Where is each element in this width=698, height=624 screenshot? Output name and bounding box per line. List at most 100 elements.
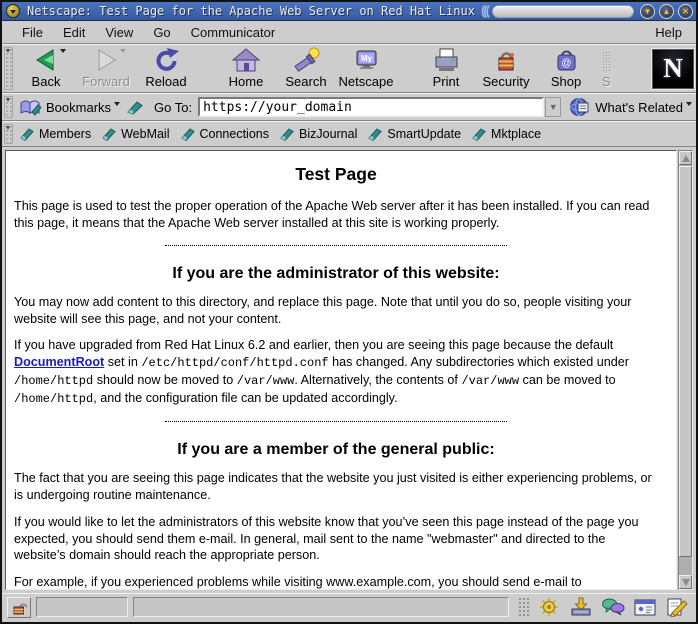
reload-button[interactable]: Reload (136, 47, 196, 91)
page-title: Test Page (14, 163, 658, 186)
section-divider (165, 245, 506, 246)
public-paragraph-2: If you would like to let the administrat… (14, 514, 658, 564)
page-proxy-icon[interactable] (126, 100, 144, 115)
personal-item-bizjournal[interactable]: BizJournal (276, 127, 364, 141)
minimize-button[interactable]: ▼ (640, 4, 655, 19)
titlebar[interactable]: Netscape: Test Page for the Apache Web S… (2, 2, 696, 21)
bookmarks-icon (18, 98, 42, 116)
stop-button[interactable]: S (596, 47, 622, 91)
menu-edit[interactable]: Edit (53, 23, 95, 42)
personal-item-webmail[interactable]: WebMail (98, 127, 176, 141)
back-button[interactable]: Back (16, 47, 76, 91)
toolbar-collapse-grip[interactable] (4, 47, 13, 90)
composer-icon (665, 597, 689, 617)
tool-label: Home (229, 74, 264, 89)
url-dropdown-button[interactable]: ▼ (545, 97, 561, 117)
menu-help[interactable]: Help (651, 23, 686, 42)
tool-label: Netscape (339, 74, 394, 89)
scrollbar-thumb[interactable] (679, 166, 692, 557)
shop-icon: @ (551, 47, 581, 74)
navigator-component-button[interactable] (535, 596, 562, 618)
personal-item-label: WebMail (121, 127, 169, 141)
status-bar (2, 593, 696, 622)
personal-toolbar: Members WebMail Connections BizJournal S… (2, 121, 696, 147)
security-button[interactable]: Security (476, 47, 536, 91)
tool-label: Shop (551, 74, 581, 89)
scroll-down-icon (682, 579, 690, 586)
text-segment: If you have upgraded from Red Hat Linux … (14, 338, 613, 352)
security-status-button[interactable] (7, 597, 31, 618)
personal-item-label: SmartUpdate (387, 127, 461, 141)
netscape-throbber[interactable]: N (652, 49, 694, 89)
public-paragraph-3: For example, if you experienced problems… (14, 574, 658, 590)
component-bar-grip[interactable] (518, 597, 530, 617)
whats-related-button[interactable]: What's Related (569, 97, 692, 117)
home-icon (231, 47, 261, 74)
bookmark-ribbon-icon (471, 127, 487, 141)
netscape-window: Netscape: Test Page for the Apache Web S… (0, 0, 698, 624)
navigation-toolbar: Back Forward Reload Home Search (2, 44, 696, 93)
back-dropdown-icon (60, 49, 66, 53)
personal-item-members[interactable]: Members (16, 127, 98, 141)
svg-text:@: @ (561, 58, 571, 69)
section-divider (165, 421, 506, 422)
menu-file[interactable]: File (12, 23, 53, 42)
addressbook-component-button[interactable] (631, 596, 658, 618)
netscape-n-logo: N (663, 53, 683, 84)
tool-label: Print (433, 74, 460, 89)
menubar: File Edit View Go Communicator Help (2, 21, 696, 44)
code-segment: /home/httpd (14, 392, 93, 406)
personal-item-mktplace[interactable]: Mktplace (468, 127, 548, 141)
print-button[interactable]: Print (416, 47, 476, 91)
window-menu-icon (10, 10, 16, 14)
stop-icon (602, 47, 610, 74)
menu-go[interactable]: Go (143, 23, 180, 42)
back-icon (31, 47, 61, 74)
close-icon: ✕ (682, 7, 689, 16)
navigator-wheel-icon (537, 597, 561, 617)
netscape-button[interactable]: My Netscape (336, 47, 396, 91)
personal-item-label: Connections (200, 127, 270, 141)
scroll-up-button[interactable] (679, 151, 692, 165)
personal-item-label: BizJournal (299, 127, 357, 141)
composer-component-button[interactable] (663, 596, 690, 618)
window-title: Netscape: Test Page for the Apache Web S… (27, 4, 475, 18)
address-book-icon (633, 597, 657, 617)
personal-toolbar-collapse-grip[interactable] (4, 124, 13, 144)
maximize-button[interactable]: ▲ (659, 4, 674, 19)
locationbar-collapse-grip[interactable] (4, 96, 13, 118)
personal-item-connections[interactable]: Connections (177, 127, 277, 141)
reload-icon (151, 47, 181, 74)
home-button[interactable]: Home (216, 47, 276, 91)
bookmark-ribbon-icon (367, 127, 383, 141)
mailbox-component-button[interactable] (567, 596, 594, 618)
personal-item-label: Members (39, 127, 91, 141)
scroll-down-button[interactable] (679, 575, 692, 589)
url-dropdown-icon: ▼ (549, 102, 558, 112)
bookmark-ribbon-icon (101, 127, 117, 141)
personal-item-label: Mktplace (491, 127, 541, 141)
tool-label: Back (32, 74, 61, 89)
close-button[interactable]: ✕ (678, 4, 693, 19)
shop-button[interactable]: @ Shop (536, 47, 596, 91)
tool-label: Forward (82, 74, 130, 89)
vertical-scrollbar[interactable] (678, 150, 693, 590)
forward-button[interactable]: Forward (76, 47, 136, 91)
admin-paragraph: You may now add content to this director… (14, 294, 658, 327)
menu-communicator[interactable]: Communicator (181, 23, 286, 42)
tool-label: S (602, 74, 611, 89)
url-input[interactable] (198, 97, 544, 117)
goto-label: Go To: (154, 100, 192, 115)
open-padlock-icon (11, 599, 28, 615)
personal-item-smartupdate[interactable]: SmartUpdate (364, 127, 468, 141)
menu-view[interactable]: View (95, 23, 143, 42)
documentroot-link[interactable]: DocumentRoot (14, 355, 104, 369)
discussions-component-button[interactable] (599, 596, 626, 618)
bookmarks-dropdown-icon (114, 102, 120, 106)
window-menu-button[interactable] (6, 4, 20, 18)
progress-panel (133, 597, 509, 617)
search-button[interactable]: Search (276, 47, 336, 91)
maximize-icon: ▲ (663, 7, 671, 16)
text-segment: can be moved to (519, 373, 616, 387)
bookmarks-button[interactable]: Bookmarks (16, 98, 126, 116)
